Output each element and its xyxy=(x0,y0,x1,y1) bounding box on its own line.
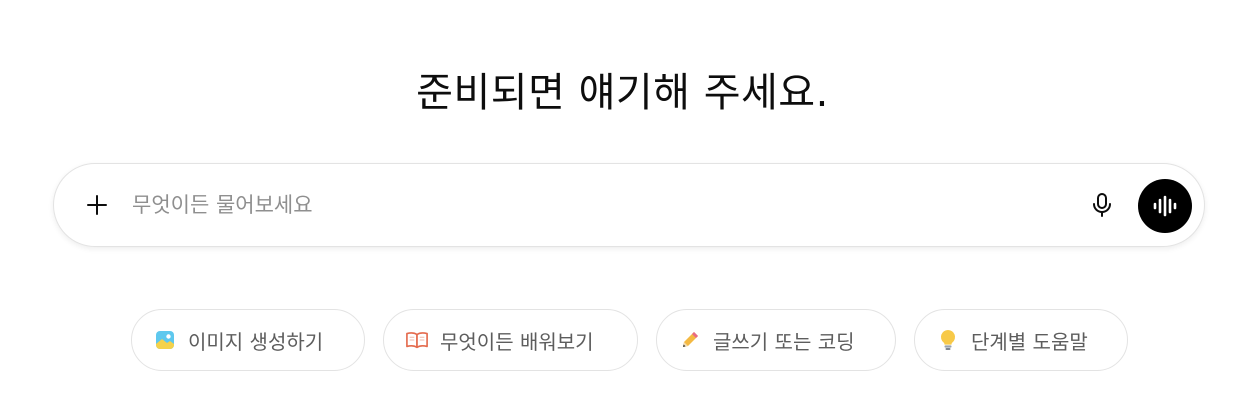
suggestion-step-by-step-help[interactable]: 단계별 도움말 xyxy=(914,309,1128,371)
voice-mode-button[interactable] xyxy=(1138,179,1192,233)
dictate-button[interactable] xyxy=(1083,186,1121,224)
suggestion-write-or-code[interactable]: 글쓰기 또는 코딩 xyxy=(656,309,896,371)
chat-home: 준비되면 얘기해 주세요. 무엇이든 물어보세요 이미지 생성하기 무엇이든 배… xyxy=(0,0,1245,412)
open-book-icon xyxy=(406,329,428,351)
image-icon xyxy=(154,329,176,351)
pencil-icon xyxy=(679,329,701,351)
microphone-icon xyxy=(1093,193,1111,217)
add-attachment-button[interactable] xyxy=(78,186,116,224)
voice-waveform-icon xyxy=(1153,195,1177,217)
prompt-composer xyxy=(53,163,1205,247)
prompt-input[interactable] xyxy=(132,186,1062,224)
lightbulb-icon xyxy=(937,329,959,351)
chip-label: 글쓰기 또는 코딩 xyxy=(713,329,855,354)
page-title: 준비되면 얘기해 주세요. xyxy=(416,69,829,116)
suggestion-learn-anything[interactable]: 무엇이든 배워보기 xyxy=(383,309,638,371)
chip-label: 단계별 도움말 xyxy=(971,329,1088,354)
chip-label: 무엇이든 배워보기 xyxy=(440,329,594,354)
chip-label: 이미지 생성하기 xyxy=(188,329,324,354)
suggestion-create-image[interactable]: 이미지 생성하기 xyxy=(131,309,365,371)
suggestion-chips: 이미지 생성하기 무엇이든 배워보기 글쓰기 또는 코딩 단계별 도움말 xyxy=(0,309,1245,373)
plus-icon xyxy=(87,195,107,215)
